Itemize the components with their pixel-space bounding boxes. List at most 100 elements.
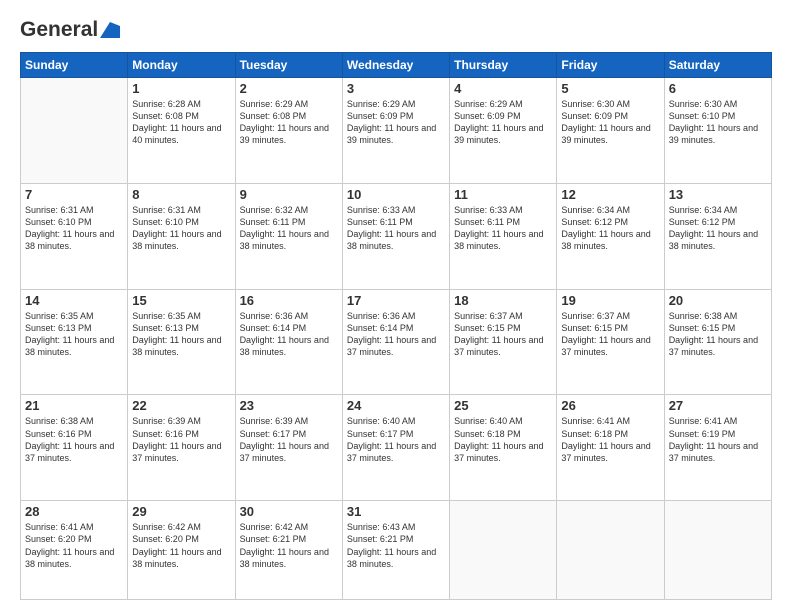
table-row: 6 Sunrise: 6:30 AMSunset: 6:10 PMDaylight… [664, 78, 771, 184]
table-row: 8 Sunrise: 6:31 AMSunset: 6:10 PMDaylight… [128, 183, 235, 289]
cell-content: Sunrise: 6:40 AMSunset: 6:17 PMDaylight:… [347, 415, 445, 464]
table-row: 4 Sunrise: 6:29 AMSunset: 6:09 PMDaylight… [450, 78, 557, 184]
cell-content: Sunrise: 6:41 AMSunset: 6:19 PMDaylight:… [669, 415, 767, 464]
cell-content: Sunrise: 6:29 AMSunset: 6:09 PMDaylight:… [347, 98, 445, 147]
day-number: 19 [561, 293, 659, 308]
table-row: 13 Sunrise: 6:34 AMSunset: 6:12 PMDayligh… [664, 183, 771, 289]
table-row [664, 501, 771, 600]
cell-content: Sunrise: 6:38 AMSunset: 6:16 PMDaylight:… [25, 415, 123, 464]
calendar-week-row: 7 Sunrise: 6:31 AMSunset: 6:10 PMDaylight… [21, 183, 772, 289]
table-row: 21 Sunrise: 6:38 AMSunset: 6:16 PMDayligh… [21, 395, 128, 501]
col-sunday: Sunday [21, 53, 128, 78]
day-number: 18 [454, 293, 552, 308]
cell-content: Sunrise: 6:30 AMSunset: 6:10 PMDaylight:… [669, 98, 767, 147]
table-row: 12 Sunrise: 6:34 AMSunset: 6:12 PMDayligh… [557, 183, 664, 289]
cell-content: Sunrise: 6:39 AMSunset: 6:17 PMDaylight:… [240, 415, 338, 464]
cell-content: Sunrise: 6:28 AMSunset: 6:08 PMDaylight:… [132, 98, 230, 147]
cell-content: Sunrise: 6:41 AMSunset: 6:18 PMDaylight:… [561, 415, 659, 464]
day-number: 8 [132, 187, 230, 202]
day-number: 7 [25, 187, 123, 202]
table-row [557, 501, 664, 600]
logo: General [20, 18, 98, 42]
cell-content: Sunrise: 6:34 AMSunset: 6:12 PMDaylight:… [669, 204, 767, 253]
day-number: 30 [240, 504, 338, 519]
calendar-header-row: Sunday Monday Tuesday Wednesday Thursday… [21, 53, 772, 78]
table-row: 23Sunrise: 6:39 AMSunset: 6:17 PMDayligh… [235, 395, 342, 501]
day-number: 29 [132, 504, 230, 519]
table-row: 5 Sunrise: 6:30 AMSunset: 6:09 PMDaylight… [557, 78, 664, 184]
day-number: 20 [669, 293, 767, 308]
cell-content: Sunrise: 6:35 AMSunset: 6:13 PMDaylight:… [25, 310, 123, 359]
table-row: 28Sunrise: 6:41 AMSunset: 6:20 PMDayligh… [21, 501, 128, 600]
day-number: 3 [347, 81, 445, 96]
cell-content: Sunrise: 6:36 AMSunset: 6:14 PMDaylight:… [240, 310, 338, 359]
table-row: 16 Sunrise: 6:36 AMSunset: 6:14 PMDayligh… [235, 289, 342, 395]
table-row: 11 Sunrise: 6:33 AMSunset: 6:11 PMDayligh… [450, 183, 557, 289]
cell-content: Sunrise: 6:43 AMSunset: 6:21 PMDaylight:… [347, 521, 445, 570]
table-row: 1 Sunrise: 6:28 AMSunset: 6:08 PMDaylight… [128, 78, 235, 184]
page: General Sunday Monday Tuesday Wednesday … [0, 0, 792, 612]
table-row: 27Sunrise: 6:41 AMSunset: 6:19 PMDayligh… [664, 395, 771, 501]
day-number: 31 [347, 504, 445, 519]
cell-content: Sunrise: 6:39 AMSunset: 6:16 PMDaylight:… [132, 415, 230, 464]
table-row: 24 Sunrise: 6:40 AMSunset: 6:17 PMDayligh… [342, 395, 449, 501]
cell-content: Sunrise: 6:42 AMSunset: 6:20 PMDaylight:… [132, 521, 230, 570]
table-row: 22 Sunrise: 6:39 AMSunset: 6:16 PMDayligh… [128, 395, 235, 501]
day-number: 2 [240, 81, 338, 96]
cell-content: Sunrise: 6:42 AMSunset: 6:21 PMDaylight:… [240, 521, 338, 570]
table-row: 7 Sunrise: 6:31 AMSunset: 6:10 PMDaylight… [21, 183, 128, 289]
day-number: 11 [454, 187, 552, 202]
cell-content: Sunrise: 6:41 AMSunset: 6:20 PMDaylight:… [25, 521, 123, 570]
day-number: 24 [347, 398, 445, 413]
table-row: 2 Sunrise: 6:29 AMSunset: 6:08 PMDaylight… [235, 78, 342, 184]
table-row: 14 Sunrise: 6:35 AMSunset: 6:13 PMDayligh… [21, 289, 128, 395]
day-number: 12 [561, 187, 659, 202]
day-number: 25 [454, 398, 552, 413]
day-number: 14 [25, 293, 123, 308]
day-number: 13 [669, 187, 767, 202]
table-row: 30 Sunrise: 6:42 AMSunset: 6:21 PMDayligh… [235, 501, 342, 600]
col-thursday: Thursday [450, 53, 557, 78]
col-monday: Monday [128, 53, 235, 78]
day-number: 9 [240, 187, 338, 202]
logo-line1: General [20, 18, 98, 42]
cell-content: Sunrise: 6:29 AMSunset: 6:08 PMDaylight:… [240, 98, 338, 147]
cell-content: Sunrise: 6:31 AMSunset: 6:10 PMDaylight:… [132, 204, 230, 253]
day-number: 5 [561, 81, 659, 96]
table-row [21, 78, 128, 184]
cell-content: Sunrise: 6:35 AMSunset: 6:13 PMDaylight:… [132, 310, 230, 359]
table-row: 15Sunrise: 6:35 AMSunset: 6:13 PMDayligh… [128, 289, 235, 395]
table-row: 9 Sunrise: 6:32 AMSunset: 6:11 PMDaylight… [235, 183, 342, 289]
table-row: 25 Sunrise: 6:40 AMSunset: 6:18 PMDayligh… [450, 395, 557, 501]
logo-text-block: General [20, 18, 98, 42]
col-wednesday: Wednesday [342, 53, 449, 78]
col-friday: Friday [557, 53, 664, 78]
day-number: 16 [240, 293, 338, 308]
day-number: 4 [454, 81, 552, 96]
cell-content: Sunrise: 6:33 AMSunset: 6:11 PMDaylight:… [347, 204, 445, 253]
cell-content: Sunrise: 6:37 AMSunset: 6:15 PMDaylight:… [561, 310, 659, 359]
table-row: 20 Sunrise: 6:38 AMSunset: 6:15 PMDayligh… [664, 289, 771, 395]
cell-content: Sunrise: 6:34 AMSunset: 6:12 PMDaylight:… [561, 204, 659, 253]
col-tuesday: Tuesday [235, 53, 342, 78]
table-row: 26 Sunrise: 6:41 AMSunset: 6:18 PMDayligh… [557, 395, 664, 501]
table-row: 29 Sunrise: 6:42 AMSunset: 6:20 PMDayligh… [128, 501, 235, 600]
calendar-week-row: 1 Sunrise: 6:28 AMSunset: 6:08 PMDaylight… [21, 78, 772, 184]
cell-content: Sunrise: 6:31 AMSunset: 6:10 PMDaylight:… [25, 204, 123, 253]
cell-content: Sunrise: 6:33 AMSunset: 6:11 PMDaylight:… [454, 204, 552, 253]
day-number: 26 [561, 398, 659, 413]
day-number: 6 [669, 81, 767, 96]
cell-content: Sunrise: 6:38 AMSunset: 6:15 PMDaylight:… [669, 310, 767, 359]
table-row: 19 Sunrise: 6:37 AMSunset: 6:15 PMDayligh… [557, 289, 664, 395]
cell-content: Sunrise: 6:40 AMSunset: 6:18 PMDaylight:… [454, 415, 552, 464]
cell-content: Sunrise: 6:30 AMSunset: 6:09 PMDaylight:… [561, 98, 659, 147]
day-number: 21 [25, 398, 123, 413]
table-row: 10 Sunrise: 6:33 AMSunset: 6:11 PMDayligh… [342, 183, 449, 289]
day-number: 10 [347, 187, 445, 202]
cell-content: Sunrise: 6:32 AMSunset: 6:11 PMDaylight:… [240, 204, 338, 253]
day-number: 1 [132, 81, 230, 96]
day-number: 22 [132, 398, 230, 413]
table-row: 18Sunrise: 6:37 AMSunset: 6:15 PMDayligh… [450, 289, 557, 395]
day-number: 17 [347, 293, 445, 308]
cell-content: Sunrise: 6:29 AMSunset: 6:09 PMDaylight:… [454, 98, 552, 147]
